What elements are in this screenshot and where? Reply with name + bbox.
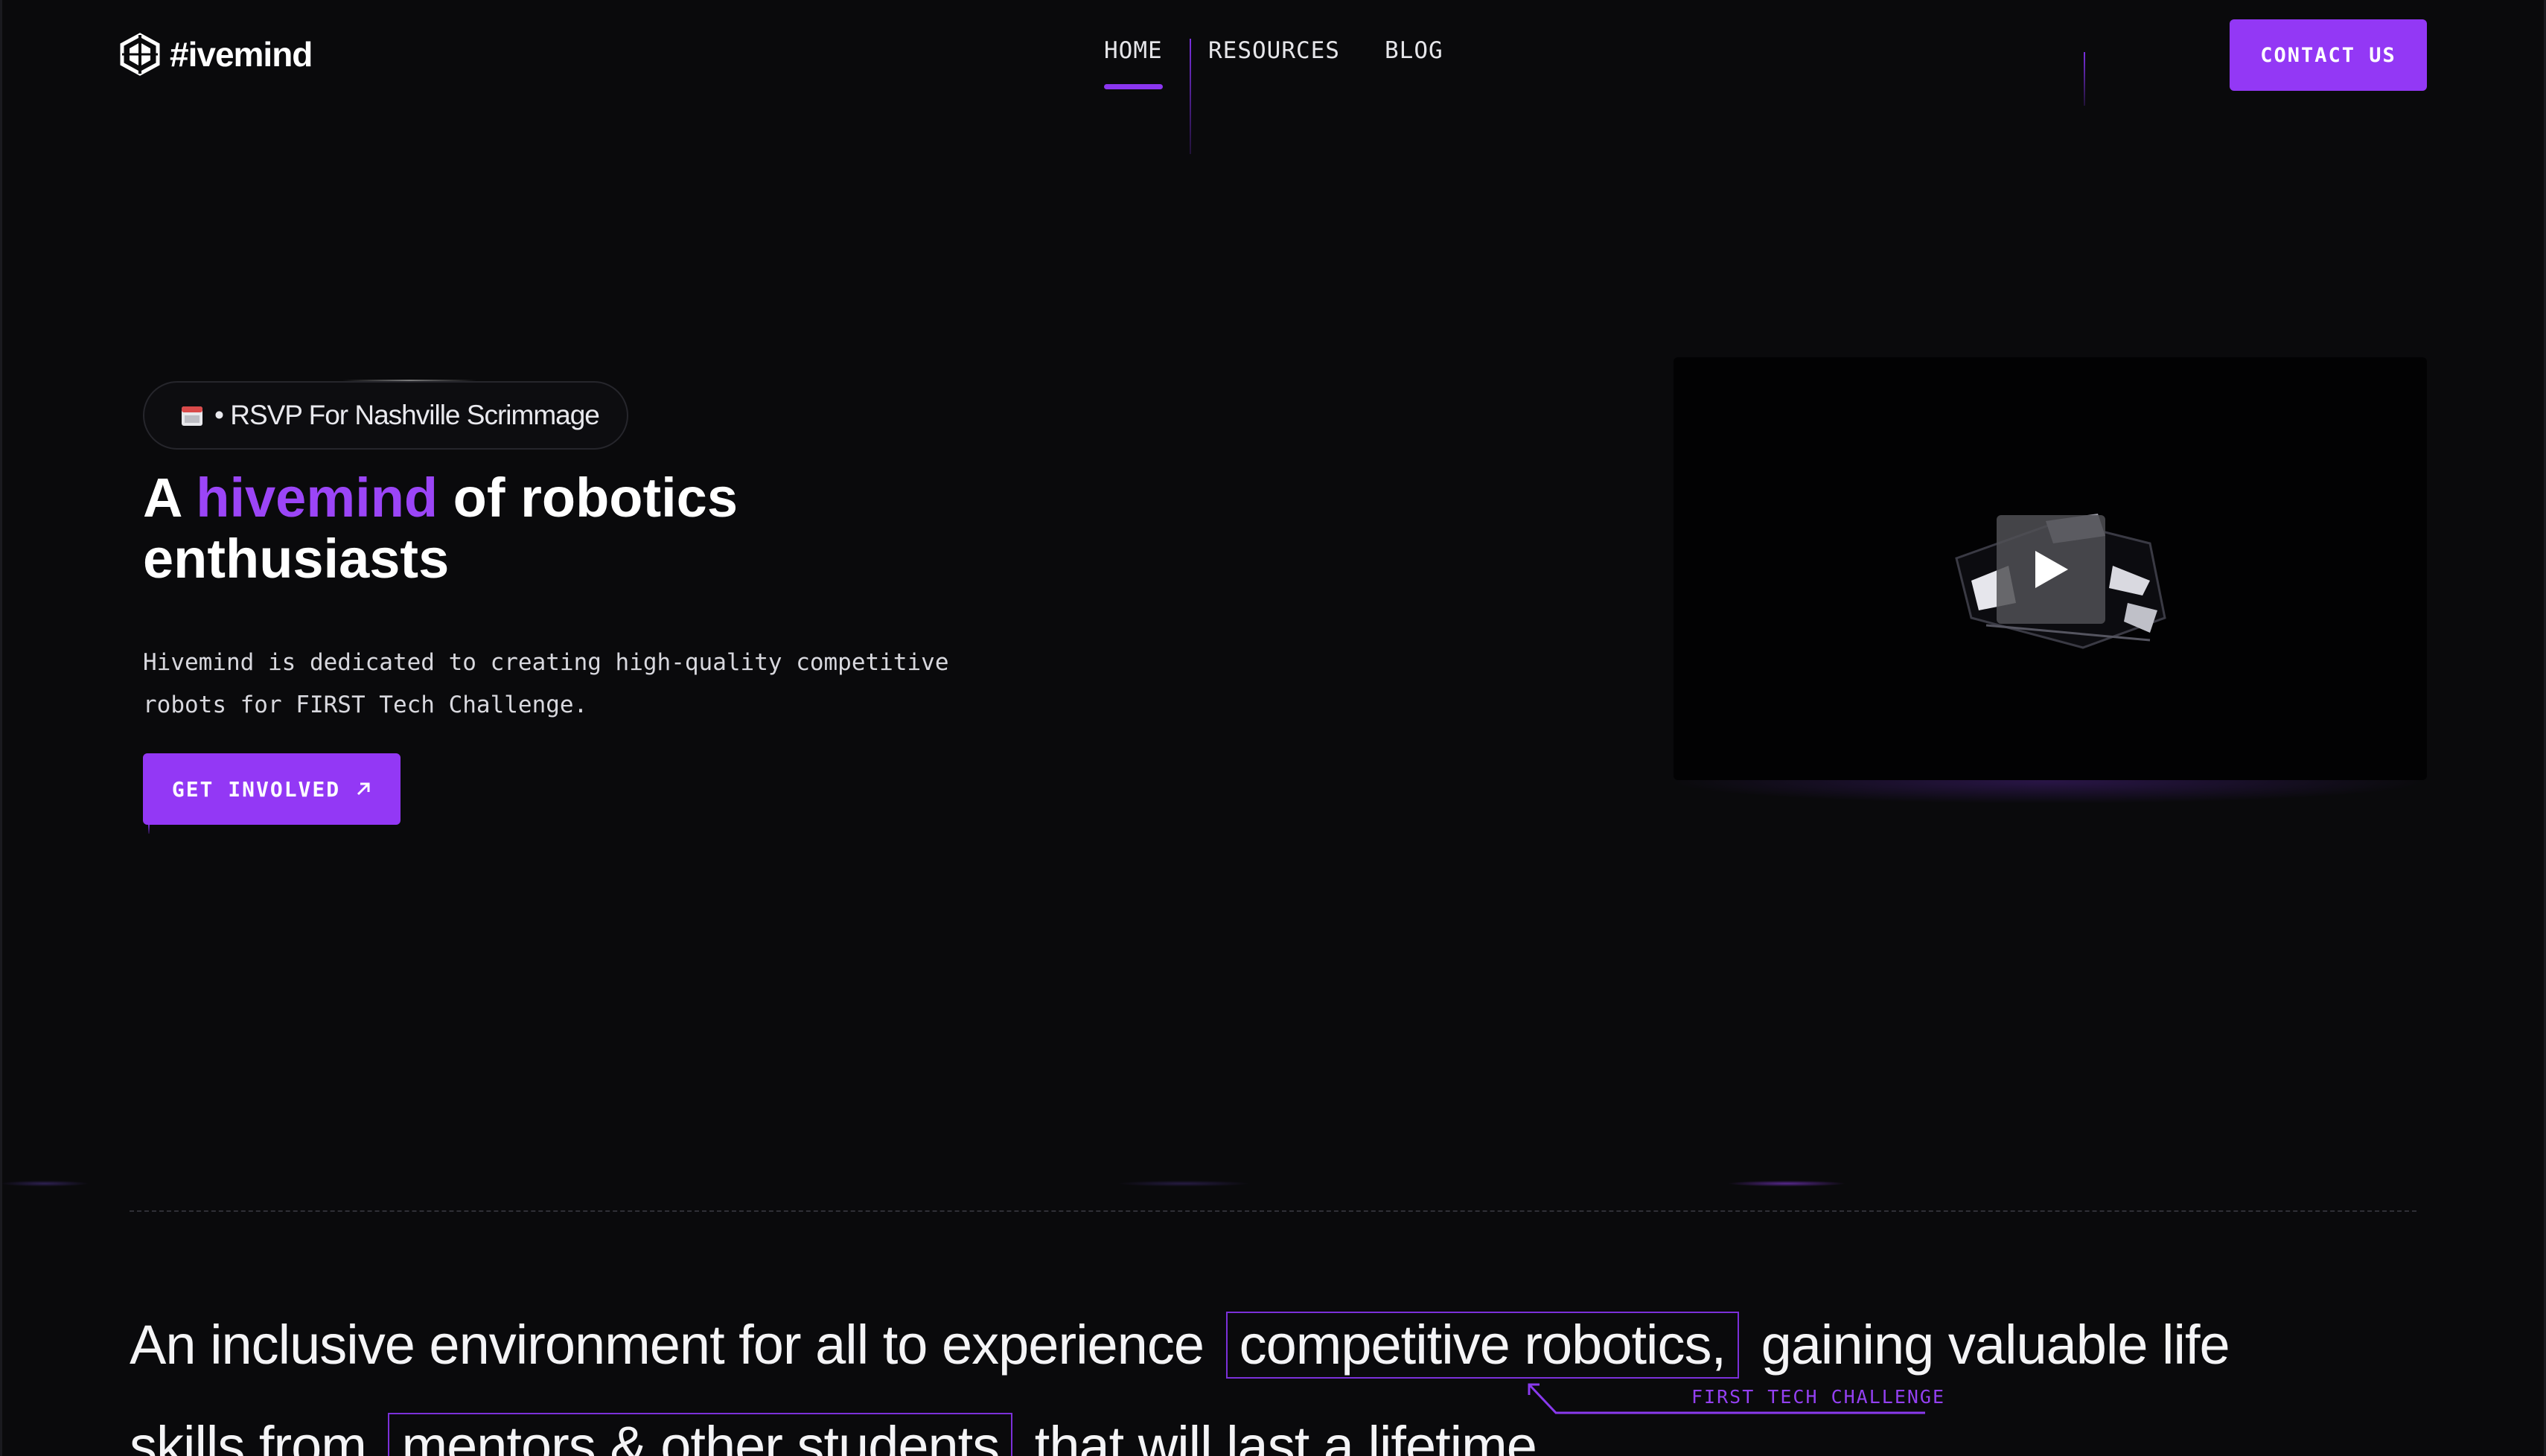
annotation-ftc: FIRST TECH CHALLENGE <box>1691 1386 1946 1408</box>
page: #ivemind HOME RESOURCES BLOG CONTACT US … <box>0 0 2546 1456</box>
hero-title: A hivemind of robotics enthusiasts <box>143 467 962 590</box>
play-icon <box>2035 551 2068 588</box>
hero-description-line1: Hivemind is dedicated to creating high-q… <box>143 649 949 676</box>
brand-name: #ivemind <box>170 35 313 74</box>
nav-link-resources[interactable]: RESOURCES <box>1208 37 1340 64</box>
get-involved-label: GET INVOLVED <box>171 776 341 802</box>
get-involved-button[interactable]: GET INVOLVED <box>143 753 401 825</box>
top-nav: #ivemind HOME RESOURCES BLOG CONTACT US <box>0 0 2546 154</box>
hero-title-line2: enthusiasts <box>143 528 450 590</box>
logo[interactable]: #ivemind <box>118 30 313 79</box>
decorative-glow <box>0 1181 89 1187</box>
rsvp-text: • RSVP For Nashville Scrimmage <box>214 400 600 430</box>
hero-title-post: of robotics <box>438 467 738 529</box>
statement-text: gaining valuable life <box>1761 1314 2230 1376</box>
decorative-line <box>148 825 150 834</box>
rsvp-pill[interactable]: • RSVP For Nashville Scrimmage <box>143 381 628 450</box>
decorative-line <box>1190 39 1191 154</box>
statement-highlight-mentors: mentors & other students <box>388 1413 1013 1456</box>
section-divider <box>130 1210 2416 1212</box>
statement-text: that will last a lifetime. <box>1034 1415 1552 1456</box>
hero-title-pre: A <box>143 467 197 529</box>
decorative-line <box>2084 52 2085 106</box>
hero-title-accent: hivemind <box>196 467 438 529</box>
nav-link-blog[interactable]: BLOG <box>1385 37 1443 64</box>
hive-logo-icon <box>120 33 160 76</box>
statement-text: An inclusive environment for all to expe… <box>130 1314 1205 1376</box>
window-edge-left <box>0 0 2 1456</box>
decorative-glow <box>1117 1181 1251 1187</box>
decorative-glow <box>1727 1181 1846 1187</box>
video-player[interactable] <box>1674 357 2427 780</box>
statement-line-2: skills from mentors & other students tha… <box>130 1413 1551 1456</box>
contact-us-button[interactable]: CONTACT US <box>2230 19 2427 91</box>
hero-description: Hivemind is dedicated to creating high-q… <box>143 642 1081 727</box>
statement-text: skills from <box>130 1415 367 1456</box>
play-button[interactable] <box>1997 515 2105 624</box>
nav-link-home[interactable]: HOME <box>1104 37 1163 89</box>
statement-highlight-robotics: competitive robotics, <box>1225 1312 1740 1379</box>
arrow-up-right-icon <box>357 782 370 796</box>
hero-description-line2: robots for FIRST Tech Challenge. <box>143 692 588 718</box>
statement-line-1: An inclusive environment for all to expe… <box>130 1312 2230 1379</box>
calendar-icon <box>182 406 202 426</box>
